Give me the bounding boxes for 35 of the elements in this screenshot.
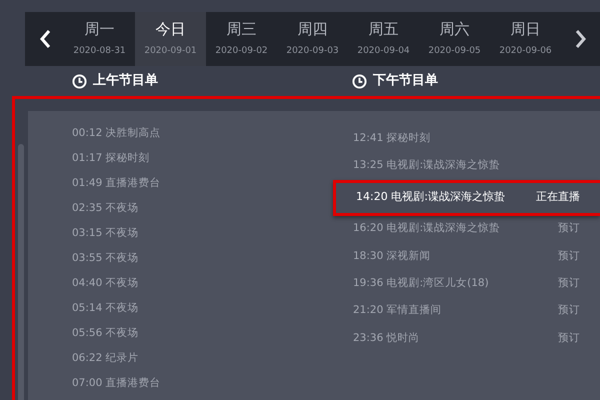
- program-entry: 03:15 不夜场: [72, 226, 140, 241]
- day-tab[interactable]: 周日 2020-09-06: [490, 12, 561, 66]
- day-tab[interactable]: 周五 2020-09-04: [348, 12, 419, 66]
- program-entry: 18:30 深视新闻: [353, 248, 432, 264]
- program-entry: 06:22 纪录片: [72, 350, 140, 366]
- day-tab[interactable]: 周六 2020-09-05: [419, 12, 490, 66]
- program-entry: 16:20 电视剧:谍战深海之惊蛰: [353, 221, 502, 236]
- clock-icon: [352, 74, 367, 88]
- program-entry: 05:14 不夜场: [72, 300, 140, 316]
- program-entry: 05:56 不夜场: [72, 326, 140, 341]
- chevron-left-icon: [38, 29, 50, 49]
- live-status: 正在直播: [536, 189, 580, 206]
- program-entry: 07:00 直播港费台: [72, 376, 162, 391]
- program-entry: 00:12 决胜制高点: [72, 126, 162, 141]
- program-entry: 19:36 电视剧:湾区儿女(18): [353, 276, 490, 291]
- day-tab[interactable]: 今日 2020-09-01: [135, 12, 206, 66]
- day-tab[interactable]: 周一 2020-08-31: [64, 12, 135, 66]
- program-entry: 12:41 探秘时刻: [353, 130, 432, 146]
- program-entry: 01:49 直播港费台: [72, 176, 162, 191]
- program-entry: 14:20 电视剧:谍战深海之惊蛰: [356, 189, 506, 206]
- chevron-right-icon: [574, 29, 586, 49]
- program-entry: 01:17 探秘时刻: [72, 150, 151, 166]
- program-entry: 23:36 悦时尚: [353, 330, 421, 346]
- program-entry: 04:40 不夜场: [72, 276, 140, 291]
- current-program-row[interactable]: 14:20 电视剧:谍战深海之惊蛰 正在直播: [333, 180, 600, 216]
- schedule-heading: 下午节目单: [373, 72, 438, 90]
- program-entry: 13:25 电视剧:谍战深海之惊蛰: [353, 158, 502, 174]
- program-entry: 21:20 军情直播间: [353, 303, 443, 318]
- day-tab[interactable]: 周四 2020-09-03: [277, 12, 348, 66]
- program-entry: 03:55 不夜场: [72, 250, 140, 266]
- program-entry: 02:35 不夜场: [72, 200, 140, 216]
- schedule-heading: 上午节目单: [93, 72, 158, 90]
- scrollbar[interactable]: [18, 144, 24, 400]
- day-tab[interactable]: 周三 2020-09-02: [206, 12, 277, 66]
- clock-icon: [72, 74, 87, 88]
